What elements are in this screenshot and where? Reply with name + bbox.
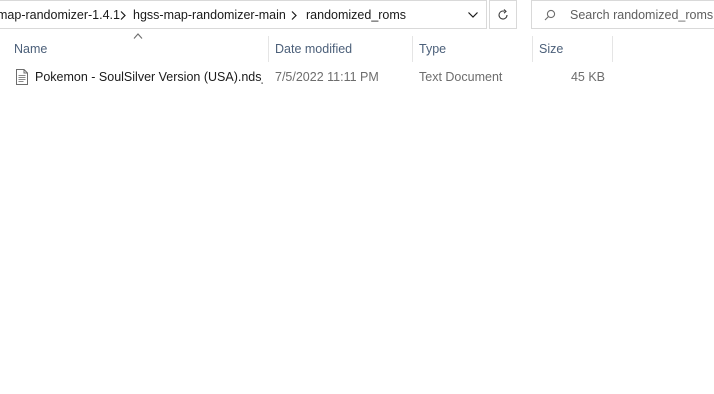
column-header: Name Date modified Type Size	[0, 36, 714, 62]
address-toolbar: map-randomizer-1.4.1 hgss-map-randomizer…	[0, 0, 714, 30]
search-icon	[542, 1, 558, 28]
column-divider[interactable]	[268, 36, 269, 62]
file-name[interactable]: Pokemon - SoulSilver Version (USA).nds_.…	[35, 66, 263, 88]
column-header-name[interactable]: Name	[14, 36, 47, 62]
column-header-type[interactable]: Type	[419, 36, 446, 62]
refresh-icon	[498, 8, 508, 20]
chevron-right-icon[interactable]	[288, 1, 300, 29]
column-header-size[interactable]: Size	[539, 36, 563, 62]
search-input[interactable]	[570, 1, 714, 28]
file-explorer-window: map-randomizer-1.4.1 hgss-map-randomizer…	[0, 0, 714, 394]
chevron-right-icon[interactable]	[117, 1, 129, 29]
text-document-icon	[16, 69, 28, 85]
chevron-down-icon[interactable]	[460, 1, 486, 29]
address-bar[interactable]: map-randomizer-1.4.1 hgss-map-randomizer…	[0, 0, 487, 29]
breadcrumb-randomized-roms[interactable]: randomized_roms	[306, 1, 406, 29]
file-type: Text Document	[419, 70, 503, 84]
breadcrumb-hgss-map-randomizer-main[interactable]: hgss-map-randomizer-main	[133, 1, 286, 29]
file-date-modified: 7/5/2022 11:11 PM	[275, 70, 379, 84]
refresh-button[interactable]	[489, 0, 517, 29]
breadcrumb-map-randomizer[interactable]: map-randomizer-1.4.1	[0, 1, 120, 29]
file-row[interactable]: Pokemon - SoulSilver Version (USA).nds_.…	[0, 66, 714, 88]
column-divider[interactable]	[612, 36, 613, 62]
column-divider[interactable]	[412, 36, 413, 62]
column-divider[interactable]	[532, 36, 533, 62]
column-header-date-modified[interactable]: Date modified	[275, 36, 352, 62]
search-box[interactable]	[531, 0, 714, 29]
file-size: 45 KB	[570, 70, 605, 84]
